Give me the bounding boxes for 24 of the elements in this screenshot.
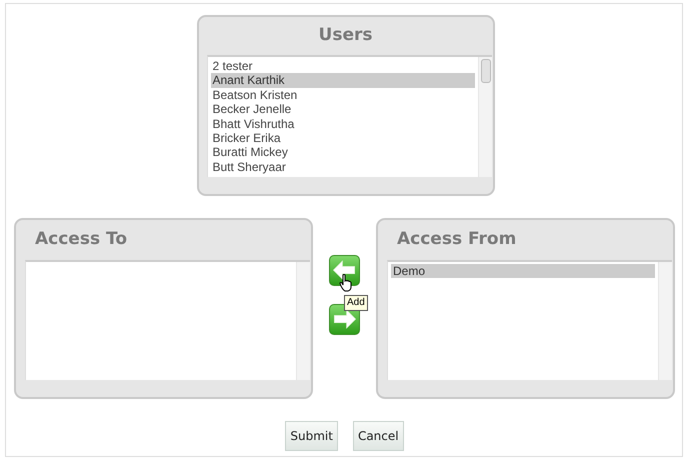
scrollbar[interactable] xyxy=(478,57,492,177)
list-item[interactable]: Demo xyxy=(391,264,655,278)
list-item[interactable]: Bricker Erika xyxy=(210,131,474,146)
list-item[interactable]: Bhatt Vishrutha xyxy=(210,116,474,132)
panel-title: Access To xyxy=(35,228,128,252)
scrollbar[interactable] xyxy=(296,262,310,380)
list-item[interactable]: Anant Karthik xyxy=(210,73,474,88)
list-box[interactable]: Demo xyxy=(387,260,672,380)
panel-title: Users xyxy=(318,24,372,48)
hand-cursor-icon xyxy=(339,274,353,292)
panel-title: Access From xyxy=(397,228,516,252)
scrollbar[interactable] xyxy=(658,262,672,380)
list-item[interactable]: Becker Jenelle xyxy=(210,102,474,117)
list-item[interactable]: 2 tester xyxy=(210,59,474,74)
form-button[interactable]: Submit xyxy=(285,421,338,451)
scrollbar-thumb[interactable] xyxy=(480,59,490,83)
form-button[interactable]: Cancel xyxy=(352,421,404,451)
list-item[interactable]: Butt Sheryaar xyxy=(210,160,474,174)
list-item[interactable]: Beatson Kristen xyxy=(210,88,474,102)
list-box[interactable] xyxy=(25,260,310,380)
list-box[interactable]: 2 tester Anant Karthik Beatson Kristen Becker Jenelle Bhatt Vishrutha Bricker Erika Buratti Mickey Butt Sheryaar xyxy=(206,55,492,177)
add-button[interactable] xyxy=(329,255,360,286)
list-item[interactable]: Buratti Mickey xyxy=(210,145,474,160)
tooltip: Add xyxy=(344,295,368,311)
